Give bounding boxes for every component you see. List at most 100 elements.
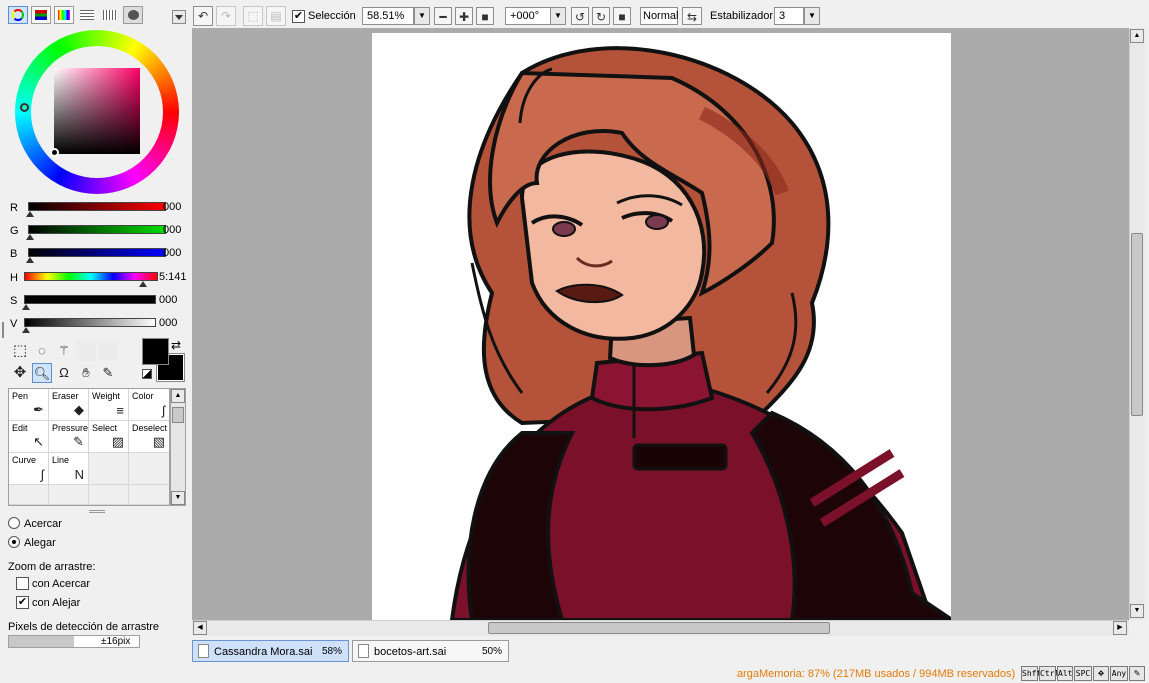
redo-button[interactable]: ↷ — [216, 6, 236, 26]
slider-h[interactable]: H 5:141 — [8, 270, 190, 290]
alt-key-indicator: Alt — [1057, 666, 1073, 681]
magic-wand-tool-icon[interactable]: ⚚ — [54, 341, 74, 361]
slider-g[interactable]: G 000 — [8, 223, 190, 243]
drag-pixels-slider[interactable]: ±16pix — [8, 635, 140, 648]
scroll-up-icon[interactable]: ▲ — [171, 389, 185, 403]
brush-pen[interactable]: Pen ✒ — [9, 389, 49, 421]
slider-g-thumb[interactable] — [26, 234, 34, 240]
selection-checkbox[interactable]: ✔ — [292, 10, 305, 23]
empty-brush-slot[interactable] — [9, 485, 49, 505]
rotate-right-button[interactable]: ↻ — [592, 7, 610, 25]
brush-deselect[interactable]: Deselect ▧ — [129, 421, 169, 453]
saturation-value-square[interactable] — [54, 68, 140, 154]
hsv-sliders-mode-button[interactable] — [54, 6, 74, 24]
scroll-left-icon[interactable]: ◀ — [193, 621, 207, 635]
slider-r[interactable]: R 000 — [8, 200, 190, 220]
undo-button[interactable]: ↶ — [193, 6, 213, 26]
slider-b[interactable]: B 000 — [8, 246, 190, 266]
eyedropper-tool-icon[interactable]: ✎ — [98, 363, 118, 383]
slider-h-label: H — [10, 272, 18, 284]
drag-zoom-out-checkbox[interactable]: ✔ — [16, 596, 29, 609]
panel-menu-dropdown[interactable] — [172, 10, 186, 24]
empty-brush-slot[interactable] — [129, 485, 169, 505]
slider-v-track[interactable] — [24, 318, 156, 327]
deselect-button[interactable]: ⬚ — [243, 6, 263, 26]
empty-brush-slot[interactable] — [89, 453, 129, 485]
blend-mode-field[interactable]: Normal — [640, 7, 678, 25]
foreground-color-swatch-front[interactable] — [142, 338, 169, 365]
canvas-viewport[interactable] — [192, 28, 1129, 620]
flip-horizontal-button[interactable]: ⇆ — [682, 7, 702, 25]
brush-weight[interactable]: Weight ≡ — [89, 389, 129, 421]
slider-s-thumb[interactable] — [22, 304, 30, 310]
zoom-in-radio[interactable] — [8, 517, 20, 529]
rotate-tool-icon[interactable]: Ω — [54, 363, 74, 383]
canvas-paper[interactable] — [372, 33, 951, 620]
slider-s[interactable]: S 000 — [8, 293, 190, 313]
rect-select-tool-icon[interactable]: ⬚ — [10, 341, 30, 361]
slider-v[interactable]: V 000 — [8, 316, 190, 336]
left-edge-grip[interactable] — [2, 322, 4, 338]
brush-curve[interactable]: Curve ∫ — [9, 453, 49, 485]
brush-edit[interactable]: Edit ↖ — [9, 421, 49, 453]
lasso-tool-icon[interactable]: ◌ — [32, 341, 52, 361]
move-tool-icon[interactable]: ✥ — [10, 363, 30, 383]
rotation-dropdown[interactable]: ▼ — [550, 7, 566, 25]
brush-eraser[interactable]: Eraser ◆ — [49, 389, 89, 421]
slider-h-thumb[interactable] — [139, 281, 147, 287]
slider-r-thumb[interactable] — [26, 211, 34, 217]
panel-resize-grip[interactable] — [89, 510, 105, 513]
canvas-horizontal-scrollbar[interactable]: ◀ ▶ — [192, 620, 1129, 636]
slider-h-track[interactable] — [24, 272, 158, 281]
vertical-scroll-thumb[interactable] — [1131, 233, 1143, 416]
zoom-tool-icon[interactable]: 🔍︎ — [32, 363, 52, 383]
rgb-sliders-mode-button[interactable] — [31, 6, 51, 24]
zoom-in-button[interactable]: ✚ — [455, 7, 473, 25]
rotation-field[interactable]: +000° — [505, 7, 551, 25]
document-tab[interactable]: bocetos-art.sai 50% — [352, 640, 509, 662]
zoom-out-button[interactable]: ━ — [434, 7, 452, 25]
rotation-reset-button[interactable]: ■ — [613, 7, 631, 25]
document-tab[interactable]: Cassandra Mora.sai 58% — [192, 640, 349, 662]
scroll-down-icon[interactable]: ▼ — [1130, 604, 1144, 618]
slider-b-track[interactable] — [28, 248, 166, 257]
brush-grid-scrollbar[interactable]: ▲ ▼ — [170, 388, 186, 506]
rotate-left-button[interactable]: ↺ — [571, 7, 589, 25]
canvas-vertical-scrollbar[interactable]: ▲ ▼ — [1129, 28, 1145, 620]
slider-g-track[interactable] — [28, 225, 166, 234]
color-wheel-mode-button[interactable] — [8, 6, 28, 24]
hand-tool-icon[interactable]: ✋︎ — [76, 363, 96, 383]
slider-b-thumb[interactable] — [26, 257, 34, 263]
swatches-mode-button[interactable] — [77, 6, 97, 24]
slider-v-thumb[interactable] — [22, 327, 30, 333]
brush-line[interactable]: Line N — [49, 453, 89, 485]
zoom-out-radio[interactable] — [8, 536, 20, 548]
zoom-reset-button[interactable]: ■ — [476, 7, 494, 25]
color-mixer-mode-button[interactable] — [123, 6, 143, 24]
brush-select[interactable]: Select ▨ — [89, 421, 129, 453]
hue-marker[interactable] — [20, 103, 29, 112]
brush-pressure[interactable]: Pressure ✎ — [49, 421, 89, 453]
zoom-dropdown[interactable]: ▼ — [414, 7, 430, 25]
brush-grid-scroll-thumb[interactable] — [172, 407, 184, 423]
horizontal-scroll-thumb[interactable] — [488, 622, 830, 634]
scratchpad-mode-button[interactable] — [100, 6, 120, 24]
empty-brush-slot[interactable] — [49, 485, 89, 505]
scroll-right-icon[interactable]: ▶ — [1113, 621, 1127, 635]
stabilizer-field[interactable]: 3 — [774, 7, 804, 25]
empty-brush-slot[interactable] — [89, 485, 129, 505]
drag-zoom-in-label: con Acercar — [32, 578, 91, 590]
invert-selection-button[interactable]: ▤ — [266, 6, 286, 26]
scroll-up-icon[interactable]: ▲ — [1130, 29, 1144, 43]
slider-s-track[interactable] — [24, 295, 156, 304]
zoom-field[interactable]: 58.51% — [362, 7, 414, 25]
swap-colors-icon[interactable]: ⇄ — [171, 338, 181, 352]
scroll-down-icon[interactable]: ▼ — [171, 491, 185, 505]
brush-color[interactable]: Color ʃ — [129, 389, 169, 421]
stabilizer-dropdown[interactable]: ▼ — [804, 7, 820, 25]
slider-r-track[interactable] — [28, 202, 166, 211]
reset-colors-icon[interactable] — [142, 369, 152, 379]
sv-marker[interactable] — [50, 148, 59, 157]
drag-zoom-in-checkbox[interactable] — [16, 577, 29, 590]
empty-brush-slot[interactable] — [129, 453, 169, 485]
